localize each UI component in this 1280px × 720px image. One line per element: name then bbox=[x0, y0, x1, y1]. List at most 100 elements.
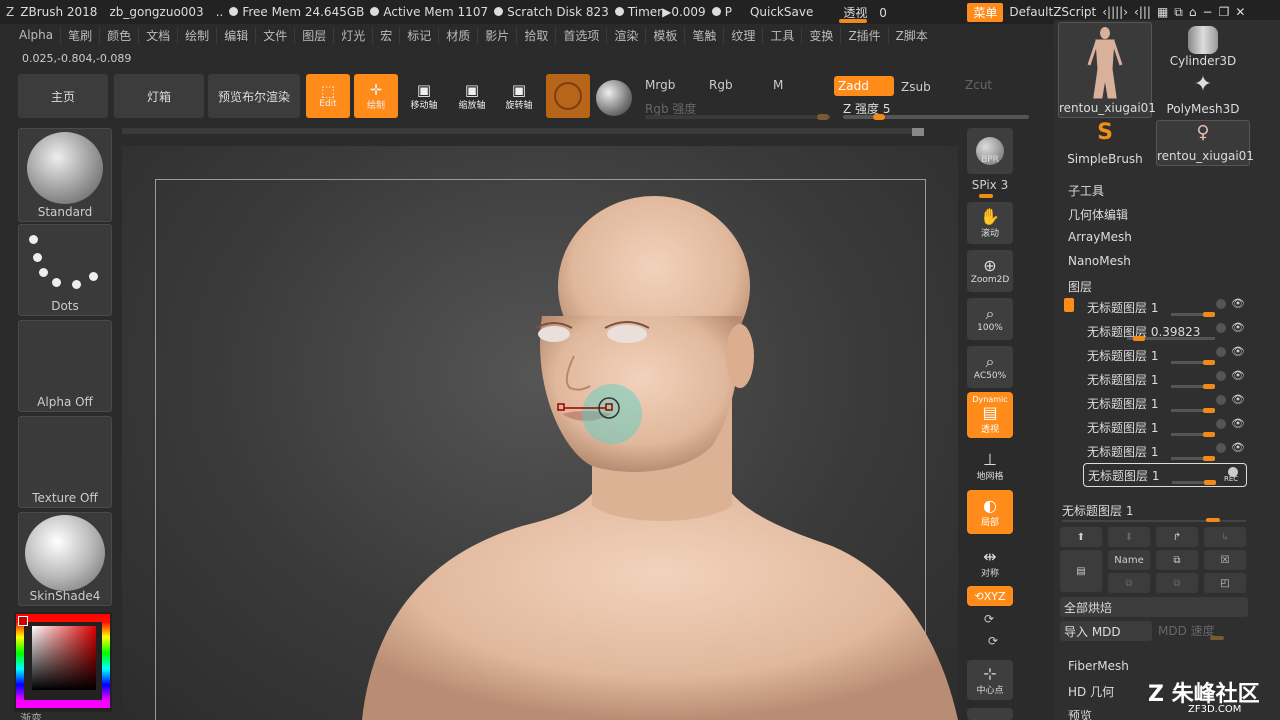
layer-row-5[interactable]: 无标题图层 1 👁 bbox=[1083, 392, 1247, 414]
layout-icon[interactable]: ‹||||› bbox=[1102, 5, 1128, 19]
subtool-menu[interactable]: 子工具 bbox=[1068, 182, 1104, 199]
mdd-speed-slider[interactable]: MDD 速度 bbox=[1158, 622, 1248, 642]
layer-row-7[interactable]: 无标题图层 1 👁 bbox=[1083, 440, 1247, 462]
canvas-scroll-knob[interactable] bbox=[912, 128, 924, 136]
rotate-z-icon[interactable]: ⟳ bbox=[988, 634, 998, 648]
material-swatch[interactable] bbox=[546, 74, 590, 118]
hd-geometry-menu[interactable]: HD 几何 bbox=[1068, 683, 1114, 700]
menu-item-stroke[interactable]: 笔触 bbox=[684, 26, 723, 44]
bpr-preview-button[interactable]: 预览布尔渲染 bbox=[208, 74, 300, 118]
import-mdd-button[interactable]: 导入 MDD bbox=[1060, 621, 1152, 641]
record-dot-icon[interactable] bbox=[1216, 419, 1226, 429]
document-canvas[interactable] bbox=[122, 146, 958, 720]
menu-item-color[interactable]: 颜色 bbox=[99, 26, 138, 44]
restore-icon[interactable]: ❐ bbox=[1219, 5, 1230, 19]
subtool-rentou-xiugai01-2[interactable]: ♀ rentou_xiugai01 bbox=[1156, 120, 1254, 166]
symmetry-button[interactable]: ⇹ 对称 bbox=[967, 547, 1013, 579]
menu-item-light[interactable]: 灯光 bbox=[333, 26, 372, 44]
nanomesh-menu[interactable]: NanoMesh bbox=[1068, 254, 1131, 268]
new-layer-button[interactable]: ▤ bbox=[1060, 550, 1102, 592]
hue-ring[interactable] bbox=[16, 614, 110, 708]
z-intensity-slider[interactable]: Z 强度 5 bbox=[843, 100, 1029, 120]
menu-item-file[interactable]: 文件 bbox=[255, 26, 294, 44]
canvas-scrollbar[interactable] bbox=[122, 128, 924, 134]
menu-item-macro[interactable]: 宏 bbox=[372, 26, 399, 44]
bake-all-button[interactable]: 全部烘焙 bbox=[1060, 597, 1248, 617]
spix-slider[interactable]: SPix 3 bbox=[967, 178, 1013, 198]
zadd-button[interactable]: Zadd bbox=[834, 76, 894, 96]
arraymesh-menu[interactable]: ArrayMesh bbox=[1068, 230, 1132, 244]
eye-icon[interactable]: 👁 bbox=[1231, 321, 1245, 334]
menu-item-transform[interactable]: 变换 bbox=[801, 26, 840, 44]
eye-icon[interactable]: 👁 bbox=[1231, 417, 1245, 430]
move-button[interactable]: ▣ 移动轴 bbox=[402, 74, 446, 118]
menu-item-render[interactable]: 渲染 bbox=[606, 26, 645, 44]
menu-item-material[interactable]: 材质 bbox=[438, 26, 477, 44]
alpha-selector[interactable]: Alpha Off bbox=[18, 320, 112, 412]
current-layer-name[interactable]: 无标题图层 1 bbox=[1062, 502, 1248, 522]
menu-item-draw[interactable]: 绘制 bbox=[177, 26, 216, 44]
texture-swatch[interactable] bbox=[596, 80, 632, 116]
xyz-button[interactable]: ⟲ XYZ bbox=[967, 586, 1013, 606]
layer-split-button[interactable]: ↱ bbox=[1156, 527, 1198, 547]
geometry-menu[interactable]: 几何体编辑 bbox=[1068, 206, 1128, 223]
eye-icon[interactable]: 👁 bbox=[1231, 345, 1245, 358]
minimize-icon[interactable]: − bbox=[1203, 5, 1213, 19]
eye-icon[interactable]: 👁 bbox=[1231, 297, 1245, 310]
default-zscript-button[interactable]: DefaultZScript bbox=[1009, 5, 1096, 19]
rotate-y-icon[interactable]: ⟳ bbox=[984, 612, 994, 626]
zsub-button[interactable]: Zsub bbox=[901, 80, 931, 94]
edit-button[interactable]: ⬚ Edit bbox=[306, 74, 350, 118]
swatch-icon[interactable]: ▦ bbox=[1157, 5, 1168, 19]
material-selector[interactable]: SkinShade4 bbox=[18, 512, 112, 606]
m-button[interactable]: M bbox=[773, 78, 783, 92]
menu-item-zscript[interactable]: Z脚本 bbox=[887, 26, 935, 44]
layers-menu[interactable]: 图层 bbox=[1068, 278, 1092, 295]
subtool-cylinder3d[interactable]: Cylinder3D bbox=[1156, 22, 1250, 70]
layer-scroll-indicator[interactable] bbox=[1064, 298, 1074, 312]
layer-extract-button[interactable]: ◰ bbox=[1204, 573, 1246, 593]
brush-selector[interactable]: Standard bbox=[18, 128, 112, 222]
close-icon[interactable]: ✕ bbox=[1235, 5, 1245, 19]
ac50-button[interactable]: ⌕ AC50% bbox=[967, 346, 1013, 388]
center-point-button[interactable]: ⊹ 中心点 bbox=[967, 660, 1013, 700]
floor-grid-button[interactable]: ⊥ 地网格 bbox=[967, 446, 1013, 486]
record-dot-icon[interactable] bbox=[1216, 323, 1226, 333]
record-dot-icon[interactable] bbox=[1216, 299, 1226, 309]
fibermesh-menu[interactable]: FiberMesh bbox=[1068, 659, 1129, 673]
perspective-toggle[interactable]: Dynamic ▤ 透视 bbox=[967, 392, 1013, 438]
preview-menu[interactable]: 预览 bbox=[1068, 707, 1092, 720]
home-page-button[interactable]: 主页 bbox=[18, 74, 108, 118]
draw-button[interactable]: ✛ 绘制 bbox=[354, 74, 398, 118]
menu-item-document[interactable]: 文档 bbox=[138, 26, 177, 44]
layer-delete-button[interactable]: ☒ bbox=[1204, 550, 1246, 570]
menu-button[interactable]: 菜单 bbox=[967, 2, 1004, 22]
layer-copy-button[interactable]: ⧉ bbox=[1108, 573, 1150, 593]
layer-row-3[interactable]: 无标题图层 1 👁 bbox=[1083, 344, 1247, 366]
menu-item-texture[interactable]: 纹理 bbox=[723, 26, 762, 44]
menu-item-marker[interactable]: 标记 bbox=[399, 26, 438, 44]
bpr-render-button[interactable]: BPR bbox=[967, 128, 1013, 174]
sculpt-model-view[interactable] bbox=[122, 146, 958, 720]
menu-item-layer[interactable]: 图层 bbox=[294, 26, 333, 44]
scale-button[interactable]: ▣ 缩放轴 bbox=[450, 74, 494, 118]
mrgb-button[interactable]: Mrgb bbox=[645, 78, 675, 92]
record-dot-icon[interactable] bbox=[1216, 443, 1226, 453]
layout2-icon[interactable]: ‹||| bbox=[1134, 5, 1151, 19]
layer-row-4[interactable]: 无标题图层 1 👁 bbox=[1083, 368, 1247, 390]
primary-color-swatch[interactable] bbox=[18, 616, 28, 626]
quicksave-button[interactable]: QuickSave bbox=[750, 5, 813, 19]
record-dot-icon[interactable] bbox=[1216, 347, 1226, 357]
color-picker[interactable] bbox=[14, 612, 112, 712]
layer-move-down-button[interactable]: ⬇ bbox=[1108, 527, 1150, 547]
subtool-rentou-xiugai01-1[interactable]: rentou_xiugai01 bbox=[1058, 22, 1156, 118]
eye-icon[interactable]: 👁 bbox=[1231, 393, 1245, 406]
layer-move-up-button[interactable]: ⬆ bbox=[1060, 527, 1102, 547]
zcut-button[interactable]: Zcut bbox=[965, 78, 992, 92]
record-dot-icon[interactable] bbox=[1216, 371, 1226, 381]
eye-icon[interactable]: 👁 bbox=[1231, 441, 1245, 454]
menu-item-tool[interactable]: 工具 bbox=[762, 26, 801, 44]
local-symmetry-button[interactable]: ◐ 局部 bbox=[967, 490, 1013, 534]
menu-item-zplugin[interactable]: Z插件 bbox=[840, 26, 887, 44]
menu-item-movie[interactable]: 影片 bbox=[477, 26, 516, 44]
